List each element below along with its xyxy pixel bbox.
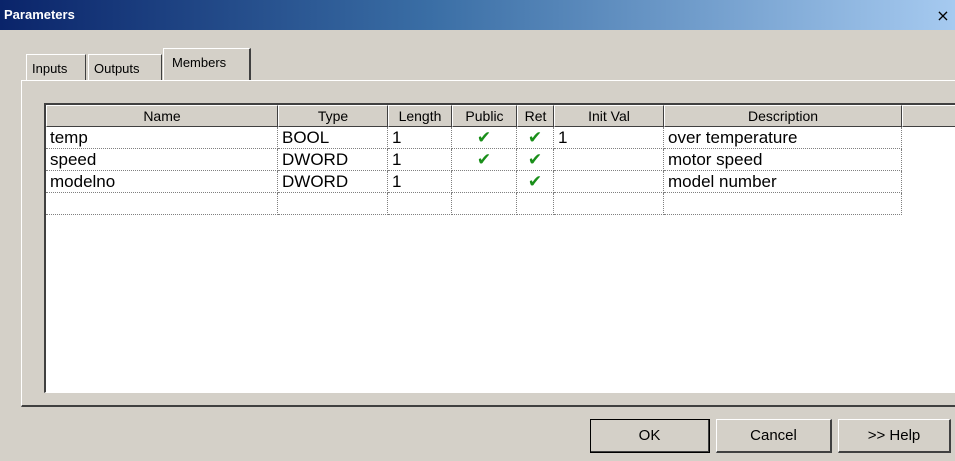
table-cell-length[interactable] xyxy=(388,193,452,215)
column-header-description[interactable]: Description xyxy=(664,105,902,127)
members-grid[interactable]: Name Type Length Public Ret Init Val Des… xyxy=(44,103,955,393)
ok-button[interactable]: OK xyxy=(590,419,710,453)
tab-members-label: Members xyxy=(172,55,227,70)
column-header-public[interactable]: Public xyxy=(452,105,517,127)
table-cell-description[interactable]: over temperature xyxy=(664,127,902,149)
table-cell-name[interactable] xyxy=(46,193,278,215)
help-button[interactable]: >> Help xyxy=(838,419,951,453)
column-header-length[interactable]: Length xyxy=(388,105,452,127)
ret-check-icon[interactable] xyxy=(517,193,554,215)
table-cell-description[interactable] xyxy=(664,193,902,215)
table-cell-type[interactable]: BOOL xyxy=(278,127,388,149)
public-check-icon[interactable] xyxy=(452,193,517,215)
table-cell-length[interactable]: 1 xyxy=(388,149,452,171)
ret-check-icon[interactable]: ✔ xyxy=(517,127,554,149)
window-title: Parameters xyxy=(4,7,75,22)
table-cell-name[interactable]: temp xyxy=(46,127,278,149)
public-check-icon[interactable] xyxy=(452,171,517,193)
column-header-init-val[interactable]: Init Val xyxy=(554,105,664,127)
column-header-name[interactable]: Name xyxy=(46,105,278,127)
table-cell-description[interactable]: model number xyxy=(664,171,902,193)
table-cell-length[interactable]: 1 xyxy=(388,171,452,193)
tab-outputs[interactable]: Outputs xyxy=(88,54,162,80)
table-cell-name[interactable]: modelno xyxy=(46,171,278,193)
table-cell-length[interactable]: 1 xyxy=(388,127,452,149)
ret-check-icon[interactable]: ✔ xyxy=(517,171,554,193)
tab-inputs[interactable]: Inputs xyxy=(26,54,86,80)
tab-outputs-label: Outputs xyxy=(94,61,140,76)
table-cell-name[interactable]: speed xyxy=(46,149,278,171)
close-icon[interactable]: × xyxy=(935,8,951,24)
cancel-button[interactable]: Cancel xyxy=(716,419,832,453)
title-bar[interactable]: Parameters × xyxy=(0,0,955,30)
table-cell-type[interactable]: DWORD xyxy=(278,171,388,193)
table-cell-init-val[interactable] xyxy=(554,149,664,171)
tab-members[interactable]: Members xyxy=(163,48,251,80)
table-cell-type[interactable]: DWORD xyxy=(278,149,388,171)
table-cell-type[interactable] xyxy=(278,193,388,215)
parameters-dialog: Parameters × Inputs Outputs Members Name… xyxy=(0,0,955,461)
column-header-type[interactable]: Type xyxy=(278,105,388,127)
table-cell-description[interactable]: motor speed xyxy=(664,149,902,171)
tab-inputs-label: Inputs xyxy=(32,61,68,76)
column-header-filler xyxy=(902,105,955,127)
column-header-ret[interactable]: Ret xyxy=(517,105,554,127)
table-cell-init-val[interactable] xyxy=(554,171,664,193)
public-check-icon[interactable]: ✔ xyxy=(452,149,517,171)
table-cell-init-val[interactable]: 1 xyxy=(554,127,664,149)
ret-check-icon[interactable]: ✔ xyxy=(517,149,554,171)
table-cell-init-val[interactable] xyxy=(554,193,664,215)
public-check-icon[interactable]: ✔ xyxy=(452,127,517,149)
